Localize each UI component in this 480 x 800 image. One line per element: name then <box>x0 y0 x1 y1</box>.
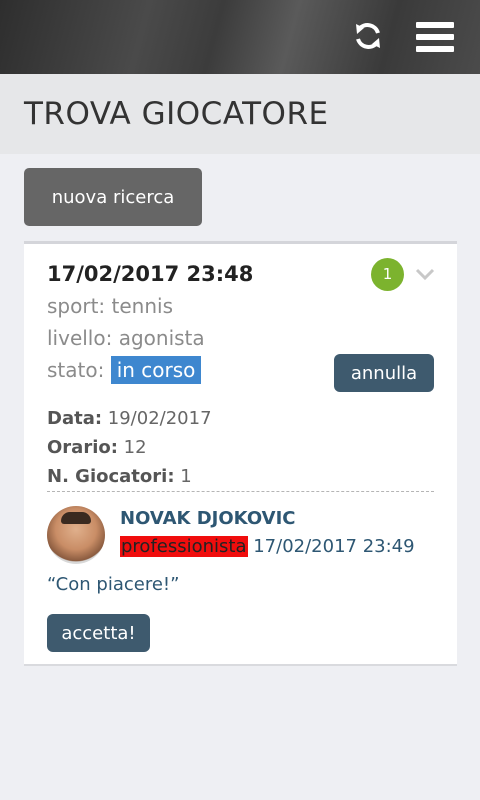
page-title: TROVA GIOCATORE <box>24 96 329 132</box>
responses-count-badge: 1 <box>371 258 404 291</box>
response-message: “Con piacere!” <box>47 574 180 595</box>
players-value: 1 <box>180 466 192 487</box>
date-label: Data: <box>47 408 103 429</box>
chevron-down-icon[interactable] <box>414 266 436 282</box>
accept-button[interactable]: accetta! <box>47 614 150 652</box>
search-request-card: 17/02/2017 23:48 1 sport: tennis livello… <box>24 244 457 666</box>
avatar <box>47 506 105 564</box>
date-value: 19/02/2017 <box>107 408 212 429</box>
app-header <box>0 0 480 74</box>
player-name: NOVAK DJOKOVIC <box>120 508 296 529</box>
response-timestamp: 17/02/2017 23:49 <box>253 536 415 557</box>
hamburger-menu-icon[interactable] <box>416 22 454 52</box>
player-level-badge: professionista <box>120 536 248 557</box>
cancel-button[interactable]: annulla <box>334 354 434 392</box>
player-info: professionista 17/02/2017 23:49 <box>120 536 415 557</box>
request-status: stato: in corso <box>47 356 202 384</box>
status-badge: in corso <box>110 356 202 384</box>
request-time: Orario: 12 <box>47 437 147 458</box>
request-sport: sport: tennis <box>47 294 173 318</box>
title-bar: TROVA GIOCATORE <box>0 74 480 154</box>
refresh-icon[interactable] <box>352 20 384 52</box>
players-label: N. Giocatori: <box>47 466 175 487</box>
new-search-button[interactable]: nuova ricerca <box>24 168 202 226</box>
request-level: livello: agonista <box>47 326 205 350</box>
status-label: stato: <box>47 358 105 382</box>
dashed-divider <box>47 491 434 492</box>
request-date: Data: 19/02/2017 <box>47 408 212 429</box>
time-value: 12 <box>123 437 147 458</box>
time-label: Orario: <box>47 437 118 458</box>
request-datetime: 17/02/2017 23:48 <box>47 262 254 286</box>
request-players: N. Giocatori: 1 <box>47 466 192 487</box>
